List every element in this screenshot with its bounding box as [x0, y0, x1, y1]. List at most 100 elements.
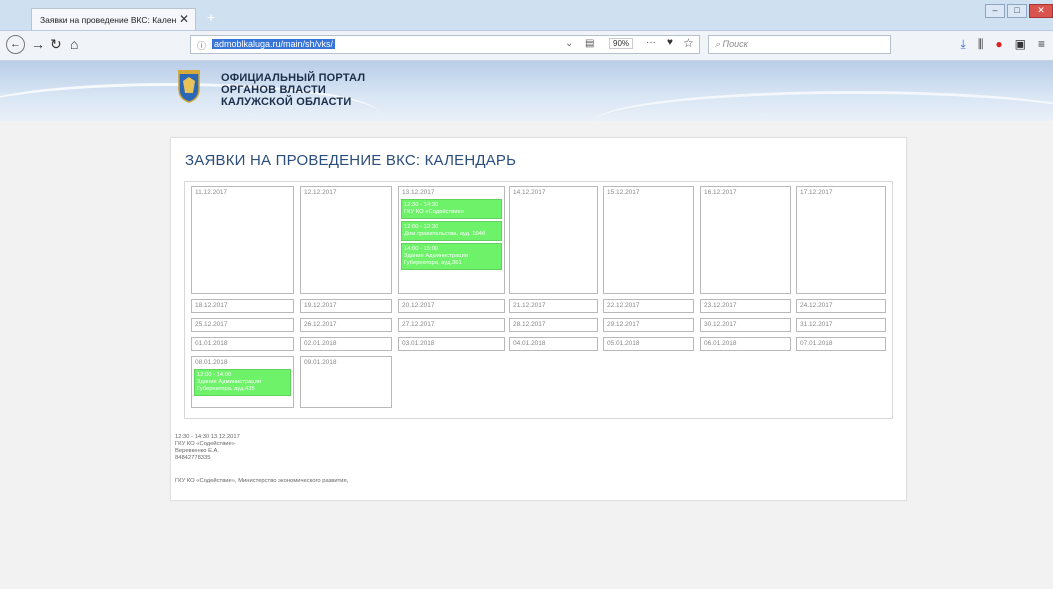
pocket-icon[interactable]: ♥: [667, 37, 673, 48]
day-date: 13.12.2017: [402, 189, 435, 196]
downloads-icon[interactable]: ⤓: [961, 37, 966, 52]
calendar-day[interactable]: 03.01.2018: [398, 337, 505, 351]
portal-title-line1: ОФИЦИАЛЬНЫЙ ПОРТАЛ: [221, 72, 366, 84]
day-date: 20.12.2017: [402, 302, 435, 309]
calendar-day[interactable]: 29.12.2017: [603, 318, 694, 332]
calendar-day[interactable]: 30.12.2017: [700, 318, 791, 332]
day-date: 15.12.2017: [607, 189, 640, 196]
day-date: 06.01.2018: [704, 340, 737, 347]
browser-navigation-bar: ← → ↻ ⌂ ⓘ admoblkaluga.ru/main/sh/vks/ ⌄…: [0, 31, 1053, 61]
calendar-day[interactable]: 01.01.2018: [191, 337, 294, 351]
calendar-day[interactable]: 21.12.2017: [509, 299, 598, 313]
bookmark-star-icon[interactable]: ☆: [683, 36, 694, 50]
day-date: 29.12.2017: [607, 321, 640, 328]
day-date: 30.12.2017: [704, 321, 737, 328]
day-date: 16.12.2017: [704, 189, 737, 196]
calendar-day[interactable]: 24.12.2017: [796, 299, 886, 313]
url-dropdown-icon[interactable]: ⌄: [565, 38, 573, 49]
calendar-day[interactable]: 11.12.2017: [191, 186, 294, 294]
day-date: 31.12.2017: [800, 321, 833, 328]
event-time: 14:00 - 15:00: [404, 246, 439, 252]
library-icon[interactable]: ⫼: [978, 37, 984, 52]
page-actions-icon[interactable]: ···: [646, 37, 656, 48]
event-item[interactable]: 12:30 - 14:30 ГКУ КО «Содействие»: [401, 199, 502, 219]
day-date: 18.12.2017: [195, 302, 228, 309]
page-content: ОФИЦИАЛЬНЫЙ ПОРТАЛ ОРГАНОВ ВЛАСТИ КАЛУЖС…: [0, 61, 1053, 589]
portal-title[interactable]: ОФИЦИАЛЬНЫЙ ПОРТАЛ ОРГАНОВ ВЛАСТИ КАЛУЖС…: [221, 72, 365, 108]
details-datetime: 12:30 - 14:30 13.12.2017: [175, 434, 240, 440]
day-date: 26.12.2017: [304, 321, 337, 328]
calendar-day[interactable]: 15.12.2017: [603, 186, 694, 294]
coat-of-arms-icon[interactable]: [176, 69, 202, 103]
back-arrow-icon[interactable]: ←: [6, 35, 25, 54]
browser-tab[interactable]: Заявки на проведение ВКС: Кален ✕: [31, 8, 196, 30]
calendar-day[interactable]: 02.01.2018: [300, 337, 392, 351]
day-date: 23.12.2017: [704, 302, 737, 309]
new-tab-button[interactable]: +: [204, 10, 218, 24]
day-date: 28.12.2017: [513, 321, 546, 328]
calendar-day[interactable]: 17.12.2017: [796, 186, 886, 294]
minimize-button[interactable]: –: [985, 4, 1005, 18]
portal-title-line3: КАЛУЖСКОЙ ОБЛАСТИ: [221, 96, 352, 108]
calendar-day[interactable]: 07.01.2018: [796, 337, 886, 351]
event-item[interactable]: 12:00 - 14:00 Здание Администрации Губер…: [194, 369, 291, 396]
day-date: 08.01.2018: [195, 359, 228, 366]
calendar-day[interactable]: 09.01.2018: [300, 356, 392, 408]
calendar-day[interactable]: 25.12.2017: [191, 318, 294, 332]
page-title: ЗАЯВКИ НА ПРОВЕДЕНИЕ ВКС: КАЛЕНДАРЬ: [185, 152, 517, 169]
home-icon[interactable]: ⌂: [70, 36, 78, 52]
reader-view-icon[interactable]: ▤: [585, 38, 594, 49]
calendar-day[interactable]: 05.01.2018: [603, 337, 694, 351]
close-window-button[interactable]: ✕: [1029, 4, 1053, 18]
calendar-day[interactable]: 26.12.2017: [300, 318, 392, 332]
day-date: 21.12.2017: [513, 302, 546, 309]
details-participants: ГКУ КО «Содействие», Министерство эконом…: [175, 478, 349, 484]
tab-title: Заявки на проведение ВКС: Кален: [40, 14, 177, 25]
maximize-button[interactable]: □: [1007, 4, 1027, 18]
day-date: 25.12.2017: [195, 321, 228, 328]
calendar-day[interactable]: 12.12.2017: [300, 186, 392, 294]
event-place: Здание Администрации Губернатора, ауд.36…: [404, 253, 469, 266]
event-item[interactable]: 14:00 - 15:00 Здание Администрации Губер…: [401, 243, 502, 270]
calendar-day[interactable]: 13.12.2017 12:30 - 14:30 ГКУ КО «Содейст…: [398, 186, 505, 294]
search-input[interactable]: ⌕ Поиск: [708, 35, 891, 54]
calendar-day[interactable]: 08.01.2018 12:00 - 14:00 Здание Админист…: [191, 356, 294, 408]
menu-icon[interactable]: ≡: [1038, 37, 1045, 52]
content-card: ЗАЯВКИ НА ПРОВЕДЕНИЕ ВКС: КАЛЕНДАРЬ 11.1…: [170, 137, 907, 501]
adblock-icon[interactable]: ●: [995, 37, 1002, 52]
calendar-day[interactable]: 04.01.2018: [509, 337, 598, 351]
calendar-day[interactable]: 20.12.2017: [398, 299, 505, 313]
event-time: 12:00 - 14:00: [197, 372, 232, 378]
event-place: Здание Администрации Губернатора, ауд.43…: [197, 379, 262, 392]
calendar-day[interactable]: 16.12.2017: [700, 186, 791, 294]
event-details: 12:30 - 14:30 13.12.2017 ГКУ КО «Содейст…: [175, 434, 240, 462]
calendar-day[interactable]: 14.12.2017: [509, 186, 598, 294]
address-bar[interactable]: ⓘ admoblkaluga.ru/main/sh/vks/ ⌄ ▤ 90% ·…: [190, 35, 700, 54]
details-contact-name: Веревкенко Е.А.: [175, 448, 220, 454]
close-tab-icon[interactable]: ✕: [179, 12, 189, 26]
reload-icon[interactable]: ↻: [50, 36, 62, 53]
calendar-day[interactable]: 06.01.2018: [700, 337, 791, 351]
event-item[interactable]: 12:00 - 12:30 Дом правительства, ауд. 10…: [401, 221, 502, 241]
calendar: 11.12.2017 12.12.2017 13.12.2017 12:30 -…: [184, 181, 893, 419]
zoom-level[interactable]: 90%: [609, 38, 634, 49]
calendar-day[interactable]: 18.12.2017: [191, 299, 294, 313]
info-icon[interactable]: ⓘ: [197, 39, 206, 52]
forward-arrow-icon[interactable]: →: [31, 36, 45, 52]
calendar-day[interactable]: 31.12.2017: [796, 318, 886, 332]
calendar-day[interactable]: 23.12.2017: [700, 299, 791, 313]
day-date: 17.12.2017: [800, 189, 833, 196]
calendar-day[interactable]: 19.12.2017: [300, 299, 392, 313]
url-text[interactable]: admoblkaluga.ru/main/sh/vks/: [212, 39, 336, 49]
calendar-day[interactable]: 22.12.2017: [603, 299, 694, 313]
sidebar-icon[interactable]: ▣: [1015, 37, 1026, 52]
day-date: 04.01.2018: [513, 340, 546, 347]
event-place: ГКУ КО «Содействие»: [404, 209, 464, 215]
search-placeholder: Поиск: [722, 39, 748, 49]
day-date: 19.12.2017: [304, 302, 337, 309]
day-date: 07.01.2018: [800, 340, 833, 347]
day-date: 24.12.2017: [800, 302, 833, 309]
day-date: 14.12.2017: [513, 189, 546, 196]
calendar-day[interactable]: 27.12.2017: [398, 318, 505, 332]
calendar-day[interactable]: 28.12.2017: [509, 318, 598, 332]
